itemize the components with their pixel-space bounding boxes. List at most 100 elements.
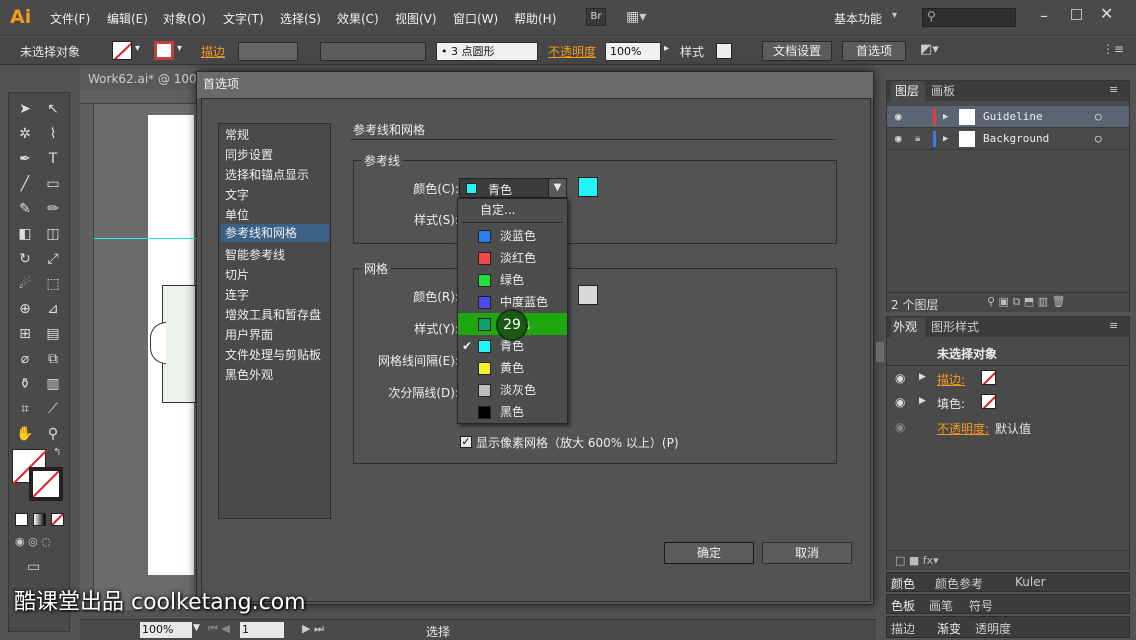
slice-tool-icon[interactable]: ⟋ bbox=[41, 397, 65, 421]
visibility-eye-icon[interactable]: ◉ bbox=[895, 128, 902, 150]
line-tool-icon[interactable]: ╱ bbox=[13, 172, 37, 196]
gradient-tool-icon[interactable]: ▤ bbox=[41, 322, 65, 346]
blob-brush-tool-icon[interactable]: ◧ bbox=[13, 222, 37, 246]
category-item[interactable]: 文字 bbox=[225, 186, 249, 203]
panel-collapse-handle[interactable] bbox=[876, 342, 884, 362]
panel-menu-icon[interactable]: ≡ bbox=[1109, 319, 1118, 332]
menu-window[interactable]: 窗口(W) bbox=[453, 10, 498, 27]
tab-kuler[interactable]: Kuler bbox=[1015, 575, 1046, 589]
close-icon[interactable]: ✕ bbox=[1100, 4, 1113, 23]
chevron-down-icon[interactable]: ▼ bbox=[193, 623, 200, 633]
blend-tool-icon[interactable]: ⧉ bbox=[41, 347, 65, 371]
category-item[interactable]: 选择和锚点显示 bbox=[225, 166, 309, 183]
menu-edit[interactable]: 编辑(E) bbox=[107, 10, 148, 27]
column-graph-tool-icon[interactable]: ▥ bbox=[41, 372, 65, 396]
pen-tool-icon[interactable]: ✒ bbox=[13, 147, 37, 171]
arrange-docs-icon[interactable]: ▦▾ bbox=[626, 9, 652, 25]
tab-layers[interactable]: 图层 bbox=[891, 81, 925, 101]
opacity-field[interactable]: 100% bbox=[605, 42, 661, 61]
panel-menu-icon[interactable]: ≡ bbox=[1109, 83, 1118, 96]
fill-swatch[interactable] bbox=[112, 41, 132, 60]
tab-gradient[interactable]: 渐变 bbox=[937, 620, 961, 637]
style-swatch[interactable] bbox=[716, 43, 732, 59]
tab-color[interactable]: 颜色 bbox=[891, 575, 915, 592]
category-item[interactable]: 智能参考线 bbox=[225, 246, 285, 263]
rectangle-tool-icon[interactable]: ▭ bbox=[41, 172, 65, 196]
tab-color-guide[interactable]: 颜色参考 bbox=[935, 575, 983, 592]
maximize-icon[interactable]: □ bbox=[1070, 6, 1083, 22]
grid-color-preview[interactable] bbox=[578, 285, 598, 305]
none-mode-icon[interactable] bbox=[51, 513, 64, 526]
paintbrush-tool-icon[interactable]: ✎ bbox=[13, 197, 37, 221]
artboard-nav-prev-icon[interactable]: ⏮ ◀ bbox=[208, 622, 230, 636]
category-item[interactable]: 单位 bbox=[225, 206, 249, 223]
chevron-right-icon[interactable]: ▸ bbox=[664, 43, 669, 54]
menu-effect[interactable]: 效果(C) bbox=[337, 10, 379, 27]
cancel-button[interactable]: 取消 bbox=[762, 542, 852, 564]
stroke-label[interactable]: 描边 bbox=[201, 43, 225, 60]
chevron-down-icon[interactable]: ▾ bbox=[177, 43, 182, 54]
gradient-mode-icon[interactable] bbox=[33, 513, 46, 526]
bridge-button[interactable]: Br bbox=[586, 8, 606, 26]
color-mode-icon[interactable] bbox=[15, 513, 28, 526]
pixel-grid-checkbox[interactable]: ✓ bbox=[460, 436, 472, 448]
target-circle-icon[interactable]: ○ bbox=[1095, 128, 1102, 150]
category-item[interactable]: 用户界面 bbox=[225, 326, 273, 343]
tab-symbols[interactable]: 符号 bbox=[969, 597, 993, 614]
visibility-eye-icon[interactable]: ◉ bbox=[895, 420, 905, 434]
category-item[interactable]: 黑色外观 bbox=[225, 366, 273, 383]
stroke-none-swatch[interactable] bbox=[981, 370, 996, 385]
expand-triangle-icon[interactable]: ▶ bbox=[943, 128, 948, 150]
menu-file[interactable]: 文件(F) bbox=[50, 10, 90, 27]
tab-stroke[interactable]: 描边 bbox=[891, 620, 915, 637]
menu-object[interactable]: 对象(O) bbox=[163, 10, 206, 27]
color-option-green[interactable]: 绿色 bbox=[458, 269, 567, 291]
artboard-tool-icon[interactable]: ⌗ bbox=[13, 397, 37, 421]
layer-name[interactable]: Guideline bbox=[983, 106, 1043, 128]
custom-color-option[interactable]: 自定... bbox=[458, 199, 567, 221]
guide-color-preview[interactable] bbox=[578, 177, 598, 197]
warp-tool-icon[interactable]: ☄ bbox=[13, 272, 37, 296]
panel-menu-icon[interactable]: ⋮≡ bbox=[1102, 42, 1124, 56]
ok-button[interactable]: 确定 bbox=[664, 542, 754, 564]
tab-artboards[interactable]: 画板 bbox=[931, 81, 955, 101]
chevron-down-icon[interactable]: ▾ bbox=[135, 43, 140, 54]
selection-tool-icon[interactable]: ➤ bbox=[13, 97, 37, 121]
hand-tool-icon[interactable]: ✋ bbox=[13, 422, 37, 446]
pencil-tool-icon[interactable]: ✏ bbox=[41, 197, 65, 221]
scale-tool-icon[interactable]: ⤢ bbox=[41, 247, 65, 271]
preferences-button[interactable]: 首选项 bbox=[842, 41, 906, 61]
variable-width-profile[interactable] bbox=[320, 42, 426, 61]
stroke-swatch[interactable] bbox=[154, 41, 174, 60]
perspective-grid-tool-icon[interactable]: ⊿ bbox=[41, 297, 65, 321]
expand-triangle-icon[interactable]: ▶ bbox=[919, 396, 926, 406]
expand-triangle-icon[interactable]: ▶ bbox=[943, 106, 948, 128]
category-item-selected[interactable]: 参考线和网格 bbox=[221, 224, 329, 242]
zoom-tool-icon[interactable]: ⚲ bbox=[41, 422, 65, 446]
stroke-weight-field[interactable] bbox=[238, 42, 298, 61]
layer-row[interactable]: ◉ 🔒︎ ▶ Background ○ bbox=[887, 128, 1129, 150]
lasso-tool-icon[interactable]: ⌇ bbox=[41, 122, 65, 146]
menu-view[interactable]: 视图(V) bbox=[395, 10, 437, 27]
layer-name[interactable]: Background bbox=[983, 128, 1049, 150]
expand-triangle-icon[interactable]: ▶ bbox=[919, 372, 926, 382]
visibility-eye-icon[interactable]: ◉ bbox=[895, 395, 905, 409]
layer-row[interactable]: ◉ ▶ Guideline ○ bbox=[887, 106, 1129, 128]
tab-swatches[interactable]: 色板 bbox=[891, 597, 915, 614]
tab-graphic-styles[interactable]: 图形样式 bbox=[931, 317, 979, 337]
category-item[interactable]: 连字 bbox=[225, 286, 249, 303]
eraser-tool-icon[interactable]: ◫ bbox=[41, 222, 65, 246]
menu-select[interactable]: 选择(S) bbox=[280, 10, 321, 27]
search-input[interactable]: ⚲ bbox=[922, 8, 1016, 27]
category-item[interactable]: 同步设置 bbox=[225, 146, 273, 163]
category-item[interactable]: 增效工具和暂存盘 bbox=[225, 306, 321, 323]
color-option-light-blue[interactable]: 淡蓝色 bbox=[458, 225, 567, 247]
direct-selection-tool-icon[interactable]: ↖ bbox=[41, 97, 65, 121]
minimize-icon[interactable]: – bbox=[1040, 6, 1048, 25]
category-item[interactable]: 常规 bbox=[225, 126, 249, 143]
visibility-eye-icon[interactable]: ◉ bbox=[895, 371, 905, 385]
magic-wand-tool-icon[interactable]: ✲ bbox=[13, 122, 37, 146]
category-item[interactable]: 文件处理与剪贴板 bbox=[225, 346, 321, 363]
fill-none-swatch[interactable] bbox=[981, 394, 996, 409]
shape-builder-tool-icon[interactable]: ⊕ bbox=[13, 297, 37, 321]
